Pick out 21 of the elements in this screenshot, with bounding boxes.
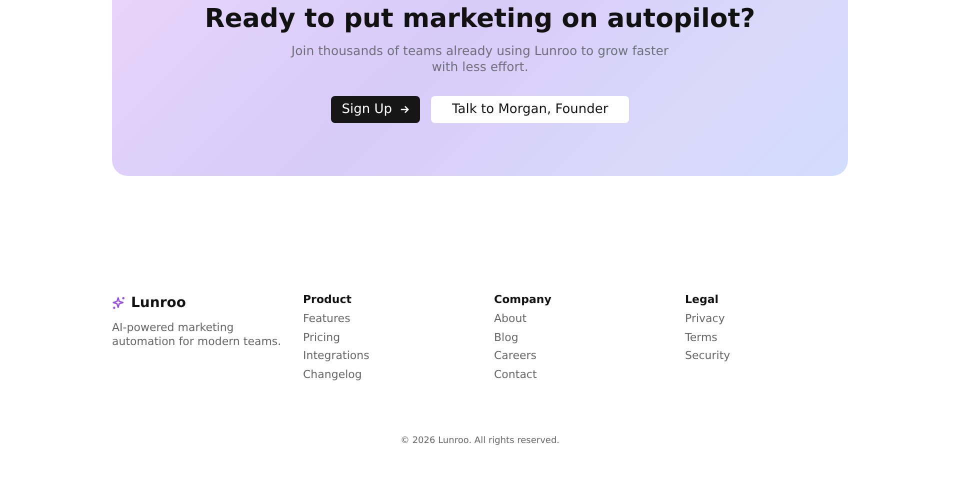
footer-link[interactable]: Contact: [494, 368, 537, 382]
footer-link[interactable]: Integrations: [303, 349, 370, 364]
footer-link[interactable]: Terms: [685, 330, 718, 345]
sign-up-button[interactable]: Sign Up: [330, 96, 420, 123]
copyright: © 2026 Lunroo. All rights reserved.: [399, 436, 561, 446]
column-heading: Product: [303, 293, 352, 307]
cta-subtitle: Join thousands of teams already using Lunroo to grow faster with less effort.: [290, 43, 670, 75]
tagline: AI-powered marketing automation for modern teams.: [112, 321, 282, 349]
footer-link[interactable]: Security: [685, 349, 730, 364]
footer-link[interactable]: Features: [303, 312, 350, 326]
footer-link[interactable]: Careers: [494, 349, 536, 364]
footer-link[interactable]: Pricing: [303, 330, 340, 345]
column-heading: Company: [494, 293, 552, 307]
column-heading: Legal: [685, 293, 719, 307]
footer-link[interactable]: Privacy: [685, 312, 725, 326]
talk-button[interactable]: Talk to Morgan, Founder: [431, 96, 630, 123]
footer-link[interactable]: About: [494, 312, 527, 326]
brand-name[interactable]: Lunroo: [131, 295, 186, 311]
footer-link[interactable]: Changelog: [303, 368, 362, 382]
footer-link[interactable]: Blog: [494, 330, 518, 345]
cta-heading: Ready to put marketing on autopilot?: [204, 4, 756, 34]
